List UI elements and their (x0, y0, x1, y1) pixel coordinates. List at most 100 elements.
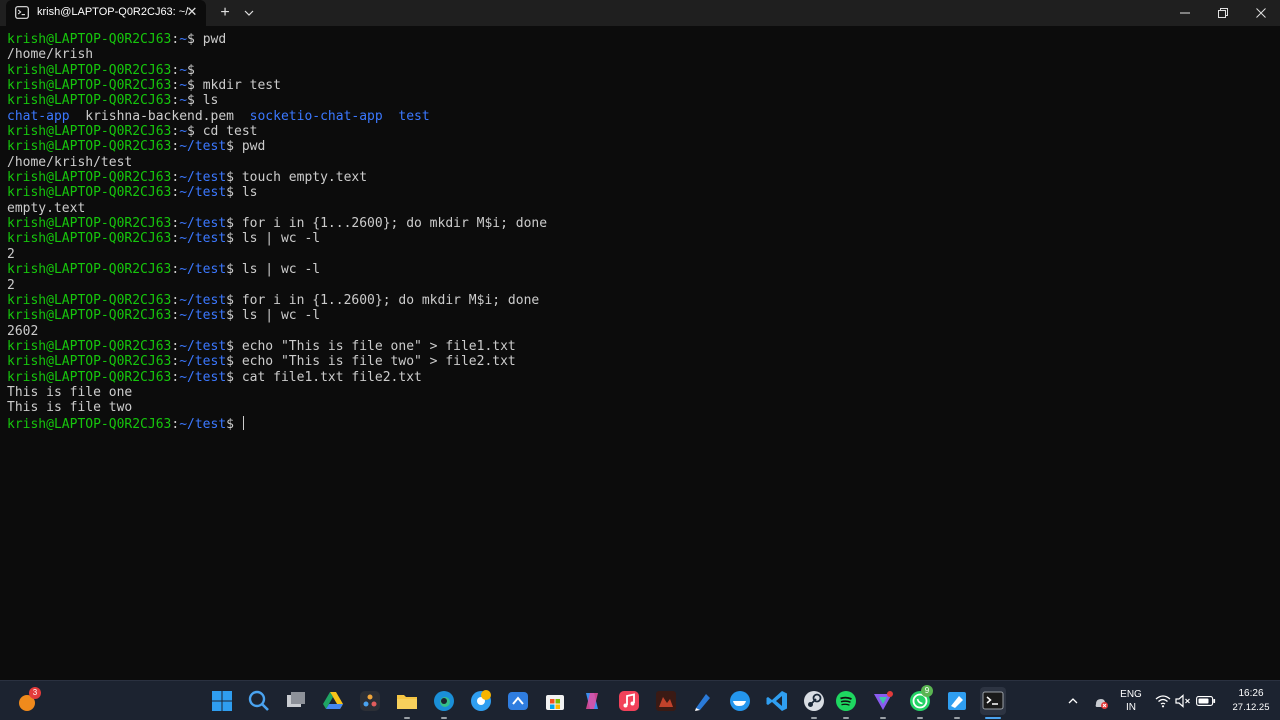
prompt-path: ~/test (179, 369, 227, 385)
prompt-user: krish@LAPTOP-Q0R2CJ63 (7, 416, 172, 432)
minimize-icon (1180, 12, 1190, 14)
new-tab-button[interactable]: + (216, 4, 234, 22)
power-automate-icon[interactable] (506, 689, 530, 713)
language-bottom[interactable]: IN (1117, 702, 1145, 714)
output-line: 2602 (7, 324, 1277, 339)
prompt-line: krish@LAPTOP-Q0R2CJ63:~/test$ echo "This… (7, 354, 516, 370)
command-text: echo "This is file one" > file1.txt (241, 338, 516, 354)
battery-icon[interactable] (1196, 695, 1216, 707)
chrome-canary-icon[interactable] (469, 689, 493, 713)
google-drive-icon[interactable] (321, 689, 345, 713)
prompt-user: krish@LAPTOP-Q0R2CJ63 (7, 262, 172, 278)
chevron-up-icon[interactable] (1067, 696, 1079, 706)
prompt-user: krish@LAPTOP-Q0R2CJ63 (7, 93, 172, 109)
whatsapp-badge: 9 (921, 685, 933, 697)
prompt-line: krish@LAPTOP-Q0R2CJ63:~/test$ touch empt… (7, 170, 368, 186)
prompt-path: ~ (179, 78, 188, 94)
prompt-user: krish@LAPTOP-Q0R2CJ63 (7, 124, 172, 140)
restore-icon (1218, 8, 1228, 18)
running-indicator (917, 717, 923, 719)
file-explorer-icon[interactable] (395, 689, 419, 713)
search-icon[interactable] (247, 689, 271, 713)
task-view-icon[interactable] (284, 689, 308, 713)
command-text: ls | wc -l (241, 262, 321, 278)
notification-badge: 3 (29, 687, 41, 699)
prompt-path: ~ (179, 32, 188, 47)
apple-music-icon[interactable] (617, 689, 641, 713)
close-tab-icon[interactable]: ✕ (184, 4, 200, 20)
prompt-user: krish@LAPTOP-Q0R2CJ63 (7, 62, 172, 78)
close-icon (1256, 8, 1266, 18)
prompt-user: krish@LAPTOP-Q0R2CJ63 (7, 338, 172, 354)
output-line: 2 (7, 278, 1277, 293)
command-text: touch empty.text (241, 170, 368, 186)
prompt-user: krish@LAPTOP-Q0R2CJ63 (7, 185, 172, 201)
start-icon[interactable] (210, 689, 234, 713)
vscode-icon[interactable] (765, 689, 789, 713)
prompt-user: krish@LAPTOP-Q0R2CJ63 (7, 78, 172, 94)
edge-icon[interactable] (432, 689, 456, 713)
output-line: This is file one (7, 385, 1277, 400)
prompt-line: krish@LAPTOP-Q0R2CJ63:~/test$ ls | wc -l (7, 231, 321, 247)
command-text: ls (241, 185, 258, 201)
command-text: echo "This is file two" > file2.txt (241, 354, 516, 370)
running-indicator (811, 717, 817, 719)
clock-date[interactable]: 27.12.25 (1226, 702, 1276, 714)
prompt-path: ~/test (179, 338, 227, 354)
output-line: empty.text (7, 201, 1277, 216)
prompt-path: ~/test (179, 185, 227, 201)
terminal-icon[interactable] (980, 687, 1006, 715)
file-entry: krishna-backend.pem (85, 108, 234, 124)
microsoft-store-icon[interactable] (543, 689, 567, 713)
prompt-path: ~/test (179, 308, 227, 324)
directory-entry: chat-app (7, 108, 70, 124)
prompt-user: krish@LAPTOP-Q0R2CJ63 (7, 231, 172, 247)
chevron-down-icon[interactable] (243, 8, 255, 18)
terminal-output[interactable]: krish@LAPTOP-Q0R2CJ63:~$ pwd/home/krish k… (7, 32, 1277, 672)
command-text: mkdir test (202, 78, 281, 94)
prompt-path: ~ (179, 93, 188, 109)
restore-button[interactable] (1204, 0, 1242, 26)
prompt-path: ~/test (179, 262, 227, 278)
prompt-path: ~/test (179, 139, 227, 155)
spotify-icon[interactable] (834, 689, 858, 713)
active-indicator (985, 717, 1001, 719)
terminal-tab[interactable]: krish@LAPTOP-Q0R2CJ63: ~/ ✕ (6, 0, 206, 26)
command-text: for i in {1...2600}; do mkdir M$i; done (241, 216, 548, 232)
copilot-icon[interactable] (580, 689, 604, 713)
minimize-button[interactable] (1166, 0, 1204, 26)
clock-time[interactable]: 16:26 (1228, 688, 1274, 700)
taskbar: 3 9 ENG IN 16:26 27.12.25 (0, 680, 1280, 720)
davinci-resolve-icon[interactable] (358, 689, 382, 713)
game-icon[interactable] (654, 689, 678, 713)
output-text: 2602 (7, 323, 39, 339)
prompt-line: krish@LAPTOP-Q0R2CJ63:~/test$ cat file1.… (7, 369, 422, 385)
running-indicator (880, 717, 886, 719)
prompt-path: ~/test (179, 354, 227, 370)
prompt-line: krish@LAPTOP-Q0R2CJ63:~$ (7, 62, 203, 78)
azure-data-studio-icon[interactable] (945, 689, 969, 713)
running-indicator (954, 717, 960, 719)
text-cursor (242, 415, 244, 430)
output-line: /home/krish/test (7, 155, 1277, 170)
prompt-line: krish@LAPTOP-Q0R2CJ63:~/test$ ls (7, 185, 258, 201)
command-text: ls | wc -l (241, 231, 321, 247)
cloud-sync-icon[interactable] (1093, 694, 1109, 710)
steam-icon[interactable] (802, 689, 826, 713)
speaker-muted-icon[interactable] (1175, 694, 1191, 708)
prompt-user: krish@LAPTOP-Q0R2CJ63 (7, 292, 172, 308)
pen-tool-icon[interactable] (691, 689, 715, 713)
whatsapp-icon[interactable]: 9 (908, 685, 933, 713)
output-line: This is file two (7, 400, 1277, 415)
title-bar: krish@LAPTOP-Q0R2CJ63: ~/ ✕ + (0, 0, 1280, 26)
prompt-line: krish@LAPTOP-Q0R2CJ63:~/test$ ls | wc -l (7, 308, 321, 324)
proton-vpn-icon[interactable] (871, 689, 895, 713)
close-window-button[interactable] (1242, 0, 1280, 26)
running-indicator (441, 717, 447, 719)
language-top[interactable]: ENG (1117, 689, 1145, 701)
weather-widget-icon[interactable]: 3 (16, 687, 41, 713)
running-indicator (404, 717, 410, 719)
docker-icon[interactable] (728, 689, 752, 713)
wifi-icon[interactable] (1155, 694, 1171, 708)
prompt-path: ~ (179, 62, 188, 78)
